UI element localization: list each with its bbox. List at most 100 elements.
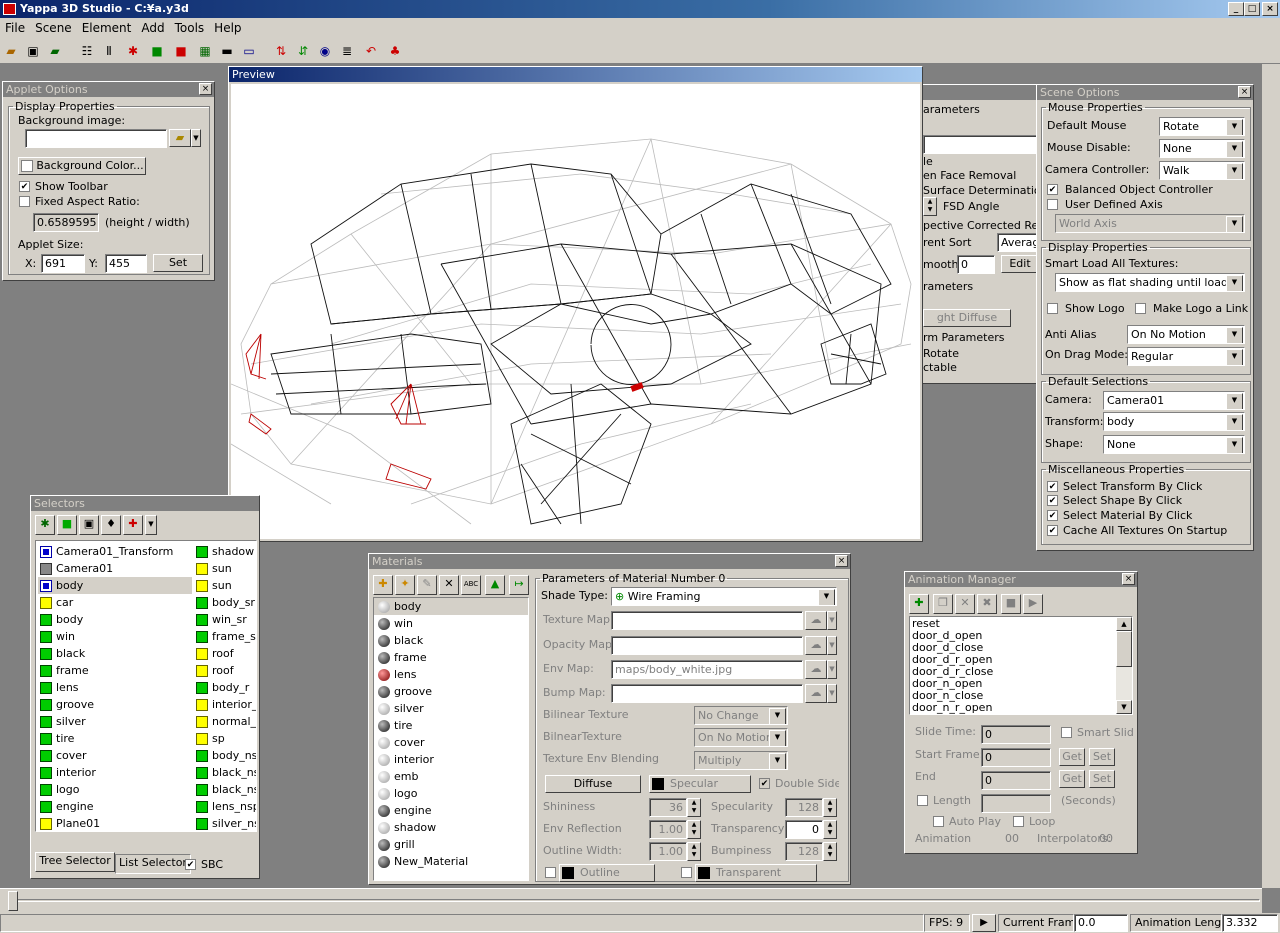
window-icon[interactable]: ▭ [240, 42, 258, 60]
material-item[interactable]: grill [374, 836, 528, 853]
user-axis-checkbox[interactable] [1047, 199, 1058, 210]
y-input[interactable]: 455 [105, 254, 147, 273]
app-icon[interactable] [3, 3, 16, 15]
list-item[interactable]: silver [38, 713, 192, 730]
camera-select[interactable]: Camera01 [1103, 391, 1245, 410]
bilinear-texture2-select[interactable]: On No Motion [694, 728, 788, 747]
globe-icon[interactable]: ◉ [316, 42, 334, 60]
shape-select[interactable]: None [1103, 435, 1245, 454]
material-icon[interactable]: ■ [172, 42, 190, 60]
transparent-button[interactable]: Transparent [695, 864, 817, 882]
material-item[interactable]: black [374, 632, 528, 649]
workspace-vscroll[interactable] [1262, 64, 1280, 888]
set-button[interactable]: Set [153, 254, 203, 272]
close-icon[interactable]: × [199, 83, 212, 95]
material-item[interactable]: tire [374, 717, 528, 734]
env-map-dropdown-icon[interactable]: ▼ [827, 660, 837, 679]
sbc-checkbox[interactable] [185, 859, 196, 870]
camera-icon[interactable]: ▣ [79, 515, 99, 535]
list-item[interactable]: roof [194, 645, 256, 662]
env-map-input[interactable]: maps/body_white.jpg [611, 660, 803, 679]
env-reflection-field[interactable]: 1.00 [649, 820, 687, 839]
list-icon[interactable]: ≣ [338, 42, 356, 60]
background-image-input[interactable] [25, 129, 167, 148]
list-item[interactable]: black_ns [194, 781, 256, 798]
animation-item[interactable]: door_n_r_open [912, 702, 1114, 714]
list-item[interactable]: groove [38, 696, 192, 713]
cache-textures-checkbox[interactable] [1047, 525, 1058, 536]
transparency-field[interactable]: 0 [785, 820, 823, 839]
undo-icon[interactable]: ↶ [362, 42, 380, 60]
list-item[interactable]: normal_s [194, 713, 256, 730]
apply-icon[interactable]: ▲ [485, 575, 505, 595]
diffuse-button[interactable]: Diffuse [545, 775, 641, 793]
auto-play-checkbox[interactable] [933, 816, 944, 827]
shape-icon[interactable]: ■ [148, 42, 166, 60]
shape-icon[interactable]: ■ [57, 515, 77, 535]
opacity-map-input[interactable] [611, 636, 803, 655]
smart-slide-checkbox[interactable] [1061, 727, 1072, 738]
default-mouse-select[interactable]: Rotate [1159, 117, 1245, 136]
bilinear-texture-select[interactable]: No Change [694, 706, 788, 725]
rename-icon[interactable]: ABC [461, 575, 481, 595]
scroll-down-icon[interactable]: ▼ [1116, 700, 1132, 714]
folder-icon[interactable]: ▰ [169, 129, 191, 147]
shininess-field[interactable]: 36 [649, 798, 687, 817]
list-item[interactable]: Camera01 [38, 560, 192, 577]
start-get-button[interactable]: Get [1059, 748, 1085, 766]
start-frame-field[interactable]: 0 [981, 748, 1051, 767]
tex-env-blend-select[interactable]: Multiply [694, 751, 788, 770]
delete-material-icon[interactable]: ✕ [439, 575, 459, 595]
outline-width-field[interactable]: 1.00 [649, 842, 687, 861]
copy-animation-icon[interactable]: ❐ [933, 594, 953, 614]
bump-map-browse-icon[interactable]: ☁ [805, 684, 827, 703]
save-icon[interactable]: ▣ [24, 42, 42, 60]
light-diffuse-button[interactable]: ght Diffuse [923, 309, 1011, 327]
mouse-disable-select[interactable]: None [1159, 139, 1245, 158]
texture-map-dropdown-icon[interactable]: ▼ [827, 611, 837, 630]
list-item[interactable]: frame [38, 662, 192, 679]
length-checkbox[interactable] [917, 795, 928, 806]
x-input[interactable]: 691 [41, 254, 85, 273]
env-map-browse-icon[interactable]: ☁ [805, 660, 827, 679]
material-item[interactable]: shadow [374, 819, 528, 836]
edit-button[interactable]: Edit [1001, 255, 1039, 273]
material-item[interactable]: New_Material [374, 853, 528, 870]
outline-button[interactable]: Outline [559, 864, 655, 882]
outline-checkbox[interactable] [545, 867, 556, 878]
material-item[interactable]: logo [374, 785, 528, 802]
new-material-icon[interactable]: ✚ [373, 575, 393, 595]
list-item[interactable]: body_sr [194, 594, 256, 611]
list-item[interactable]: shadow [194, 543, 256, 560]
outline-width-spinner[interactable]: ▲ ▼ [687, 842, 701, 861]
list-item[interactable]: black_ns [194, 764, 256, 781]
material-item[interactable]: body [374, 598, 528, 615]
light-icon[interactable]: ✱ [124, 42, 142, 60]
save-as-icon[interactable]: ▰ [46, 42, 64, 60]
shininess-spinner[interactable]: ▲ ▼ [687, 798, 701, 817]
balanced-checkbox[interactable] [1047, 184, 1058, 195]
light-icon[interactable]: ♦ [101, 515, 121, 535]
folder-dropdown-icon[interactable]: ▼ [191, 129, 201, 147]
list-item[interactable]: car [38, 594, 192, 611]
transform-select[interactable]: body [1103, 412, 1245, 431]
assign-icon[interactable]: ↦ [509, 575, 529, 595]
timeline-slider-thumb[interactable] [8, 891, 18, 911]
list-item[interactable]: logo [38, 781, 192, 798]
material-item[interactable]: frame [374, 649, 528, 666]
clear-animation-icon[interactable]: ✖ [977, 594, 997, 614]
opacity-map-dropdown-icon[interactable]: ▼ [827, 636, 837, 655]
slide-time-field[interactable]: 0 [981, 725, 1051, 744]
bumpiness-spinner[interactable]: ▲ ▼ [823, 842, 837, 861]
length-field[interactable] [981, 794, 1051, 813]
copy-material-icon[interactable]: ✎ [417, 575, 437, 595]
minimize-button[interactable]: _ [1228, 2, 1244, 16]
material-item[interactable]: groove [374, 683, 528, 700]
list-item[interactable]: cover [38, 747, 192, 764]
background-color-button[interactable]: Background Color... [18, 157, 146, 175]
people-icon[interactable]: ♣ [386, 42, 404, 60]
bump-map-input[interactable] [611, 684, 803, 703]
menu-item-element[interactable]: Element [77, 18, 137, 38]
list-item[interactable]: roof [194, 662, 256, 679]
list-item[interactable]: lens [38, 679, 192, 696]
